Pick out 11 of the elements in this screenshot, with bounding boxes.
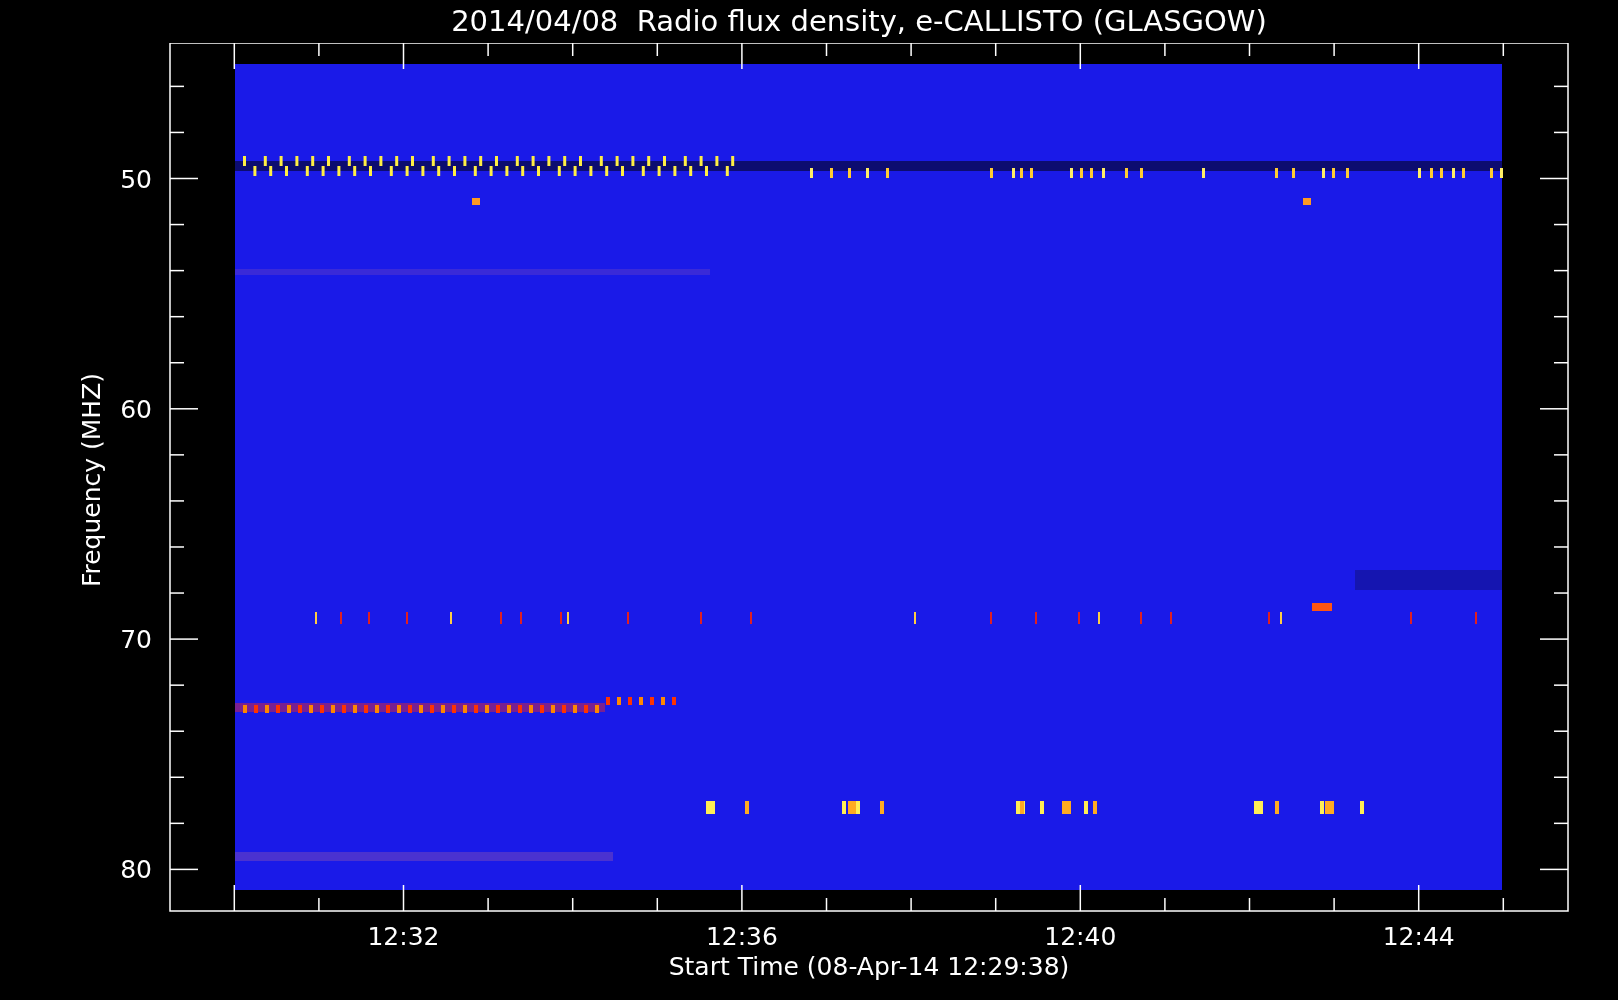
y-tick-label: 80 xyxy=(120,855,152,885)
x-tick-label: 12:36 xyxy=(705,922,778,951)
x-axis-label: Start Time (08-Apr-14 12:29:38) xyxy=(668,952,1070,981)
y-axis-label: Frequency (MHZ) xyxy=(77,372,106,588)
y-tick-label: 60 xyxy=(120,394,152,424)
x-tick-label: 12:44 xyxy=(1382,922,1455,951)
plot-title: 2014/04/08 Radio flux density, e-CALLISTO (GLASGOW) xyxy=(451,7,1267,36)
y-tick-label: 70 xyxy=(120,625,152,655)
x-tick-label: 12:32 xyxy=(367,922,440,951)
x-tick-label: 12:40 xyxy=(1044,922,1117,951)
y-tick-label: 50 xyxy=(120,164,152,194)
